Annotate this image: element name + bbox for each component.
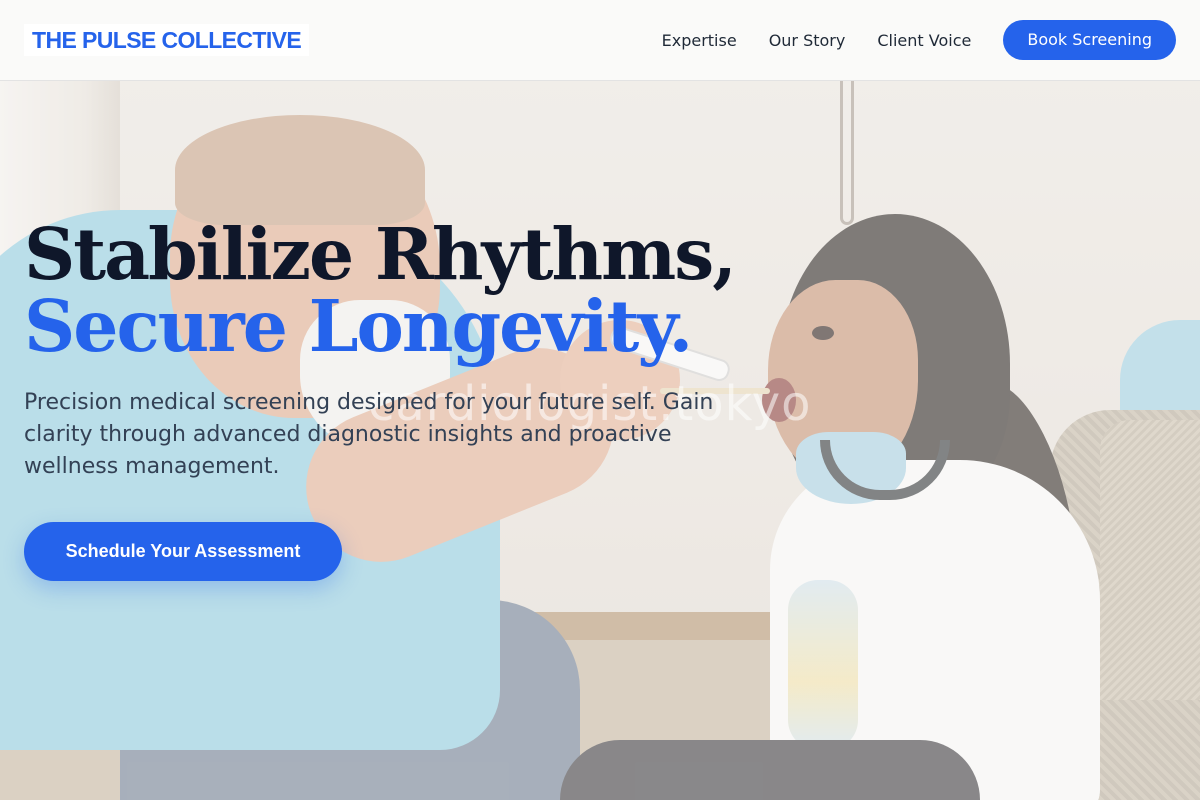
nav-link-expertise[interactable]: Expertise [662,31,737,50]
main-nav: Expertise Our Story Client Voice Book Sc… [662,20,1176,60]
brand-logo[interactable]: THE PULSE COLLECTIVE [24,24,310,56]
book-screening-button[interactable]: Book Screening [1003,20,1176,60]
nav-link-our-story[interactable]: Our Story [769,31,846,50]
hero-subtitle: Precision medical screening designed for… [24,390,714,479]
top-navigation-bar: THE PULSE COLLECTIVE Expertise Our Story… [0,0,1200,81]
hero-headline-line2: Secure Longevity. [24,284,693,368]
hero-headline-line1: Stabilize Rhythms, [24,212,737,296]
nav-link-client-voice[interactable]: Client Voice [877,31,971,50]
schedule-assessment-button[interactable]: Schedule Your Assessment [24,522,342,581]
hero-headline: Stabilize Rhythms, Secure Longevity. [24,218,784,362]
